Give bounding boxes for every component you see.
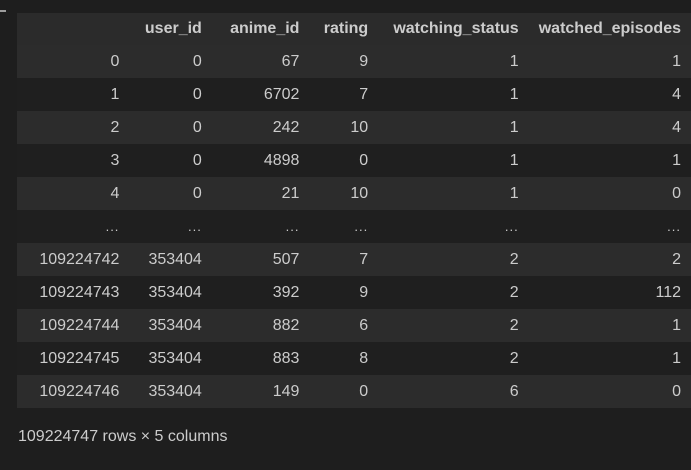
cell-anime-id: 507 [211, 243, 310, 276]
table-row: 3 0 4898 0 1 1 [17, 144, 691, 177]
cell-watched-episodes: 4 [528, 78, 691, 111]
cell-rating: 8 [309, 342, 379, 375]
cell-rating: ... [309, 210, 379, 243]
column-header-anime-id: anime_id [211, 13, 310, 45]
cell-watching-status: 1 [378, 45, 529, 78]
cell-rating: 0 [309, 144, 379, 177]
cell-rating: 10 [309, 177, 379, 210]
cell-user-id: 0 [129, 144, 212, 177]
cell-watching-status: 2 [378, 276, 529, 309]
cell-watching-status: 2 [378, 309, 529, 342]
cell-user-id: 0 [129, 177, 212, 210]
dataframe-shape-summary: 109224747 rows × 5 columns [18, 428, 228, 445]
cell-watched-episodes: 1 [528, 144, 691, 177]
row-index: 1 [17, 78, 130, 111]
row-index: 3 [17, 144, 130, 177]
row-index: 4 [17, 177, 130, 210]
table-body: 0 0 67 9 1 1 1 0 6702 7 1 4 2 0 242 10 1 [17, 45, 691, 408]
cell-watching-status: 1 [378, 111, 529, 144]
cell-watching-status: 6 [378, 375, 529, 408]
column-header-rating: rating [309, 13, 379, 45]
table-row: 109224745 353404 883 8 2 1 [17, 342, 691, 375]
cell-rating: 7 [309, 243, 379, 276]
cell-watched-episodes: 1 [528, 342, 691, 375]
row-index: 109224742 [17, 243, 130, 276]
column-header-watched-episodes: watched_episodes [528, 13, 691, 45]
cell-user-id: 353404 [129, 276, 212, 309]
cell-user-id: 0 [129, 78, 212, 111]
table-row: 4 0 21 10 1 0 [17, 177, 691, 210]
table-row: 109224743 353404 392 9 2 112 [17, 276, 691, 309]
cell-anime-id: 882 [211, 309, 310, 342]
table-row: 109224742 353404 507 7 2 2 [17, 243, 691, 276]
cell-watched-episodes: 1 [528, 45, 691, 78]
truncation-row: ... ... ... ... ... ... [17, 210, 691, 243]
cell-anime-id: 883 [211, 342, 310, 375]
cell-anime-id: ... [211, 210, 310, 243]
cell-rating: 9 [309, 45, 379, 78]
cell-watching-status: 1 [378, 78, 529, 111]
cell-rating: 6 [309, 309, 379, 342]
notebook-output: user_id anime_id rating watching_status … [0, 0, 691, 470]
cell-user-id: 353404 [129, 375, 212, 408]
cell-watching-status: 1 [378, 144, 529, 177]
row-index: 109224746 [17, 375, 130, 408]
index-header [17, 13, 130, 45]
table-header: user_id anime_id rating watching_status … [17, 13, 691, 45]
cell-watched-episodes: 0 [528, 375, 691, 408]
row-index: 109224745 [17, 342, 130, 375]
cell-watching-status: 1 [378, 177, 529, 210]
cell-anime-id: 392 [211, 276, 310, 309]
row-index: 109224744 [17, 309, 130, 342]
table-row: 109224746 353404 149 0 6 0 [17, 375, 691, 408]
row-index: ... [17, 210, 130, 243]
cell-user-id: 353404 [129, 309, 212, 342]
row-index: 2 [17, 111, 130, 144]
cell-watched-episodes: ... [528, 210, 691, 243]
dataframe-table: user_id anime_id rating watching_status … [17, 13, 691, 408]
table-row: 109224744 353404 882 6 2 1 [17, 309, 691, 342]
cell-watched-episodes: 2 [528, 243, 691, 276]
cell-rating: 7 [309, 78, 379, 111]
output-collapse-indicator[interactable] [0, 10, 6, 12]
header-row: user_id anime_id rating watching_status … [17, 13, 691, 45]
cell-watching-status: 2 [378, 243, 529, 276]
cell-user-id: ... [129, 210, 212, 243]
cell-user-id: 0 [129, 111, 212, 144]
cell-watching-status: ... [378, 210, 529, 243]
column-header-user-id: user_id [129, 13, 212, 45]
table-row: 1 0 6702 7 1 4 [17, 78, 691, 111]
cell-user-id: 0 [129, 45, 212, 78]
table-row: 0 0 67 9 1 1 [17, 45, 691, 78]
row-index: 109224743 [17, 276, 130, 309]
column-header-watching-status: watching_status [378, 13, 529, 45]
cell-watched-episodes: 112 [528, 276, 691, 309]
cell-watched-episodes: 1 [528, 309, 691, 342]
table-row: 2 0 242 10 1 4 [17, 111, 691, 144]
cell-watched-episodes: 0 [528, 177, 691, 210]
cell-anime-id: 21 [211, 177, 310, 210]
cell-rating: 0 [309, 375, 379, 408]
cell-watching-status: 2 [378, 342, 529, 375]
cell-user-id: 353404 [129, 243, 212, 276]
row-index: 0 [17, 45, 130, 78]
cell-anime-id: 149 [211, 375, 310, 408]
cell-anime-id: 242 [211, 111, 310, 144]
cell-anime-id: 6702 [211, 78, 310, 111]
cell-user-id: 353404 [129, 342, 212, 375]
cell-rating: 10 [309, 111, 379, 144]
cell-anime-id: 67 [211, 45, 310, 78]
cell-watched-episodes: 4 [528, 111, 691, 144]
cell-rating: 9 [309, 276, 379, 309]
cell-anime-id: 4898 [211, 144, 310, 177]
